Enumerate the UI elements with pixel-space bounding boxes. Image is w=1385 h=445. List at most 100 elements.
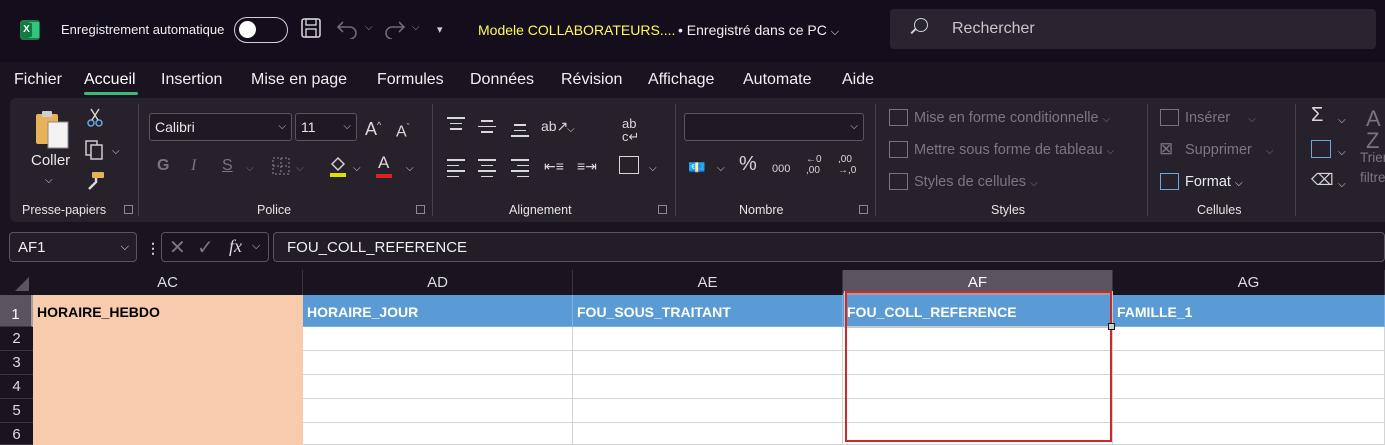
increase-decimal-icon[interactable]: ←0,00: [806, 154, 822, 176]
alignment-launcher-icon[interactable]: [658, 205, 667, 214]
fill-handle[interactable]: [1108, 323, 1115, 330]
underline-icon[interactable]: S: [222, 157, 233, 175]
copy-dropdown-icon[interactable]: ⌵: [112, 143, 120, 161]
tab-mise-en-page[interactable]: Mise en page: [251, 71, 347, 89]
name-box[interactable]: AF1 ⌵: [9, 232, 137, 262]
align-top-icon[interactable]: [447, 117, 465, 134]
paste-dropdown-icon[interactable]: ⌵: [45, 172, 53, 190]
align-center-icon[interactable]: [478, 159, 496, 181]
cell-ac3[interactable]: [33, 351, 303, 375]
column-header-ad[interactable]: AD: [303, 270, 573, 295]
cell-ac2[interactable]: [33, 327, 303, 351]
cell-ae2[interactable]: [573, 327, 843, 351]
save-icon[interactable]: [300, 17, 322, 39]
row-header-4[interactable]: 4: [0, 375, 33, 399]
merge-center-icon[interactable]: [619, 156, 639, 174]
underline-dropdown-icon[interactable]: ⌵: [246, 160, 254, 178]
font-color-dropdown-icon[interactable]: ⌵: [406, 160, 414, 178]
clear-icon[interactable]: ⌫: [1311, 172, 1334, 190]
format-cells-button[interactable]: Format ⌵: [1185, 174, 1243, 190]
increase-indent-icon[interactable]: ≡⇥: [577, 157, 597, 175]
tab-formules[interactable]: Formules: [377, 71, 444, 89]
cell-ae3[interactable]: [573, 351, 843, 375]
tab-fichier[interactable]: Fichier: [14, 71, 62, 89]
cell-af6[interactable]: [843, 423, 1113, 445]
confirm-formula-icon[interactable]: ✓: [197, 235, 214, 260]
tab-aide[interactable]: Aide: [842, 71, 874, 89]
wrap-text-icon[interactable]: ab c↵: [622, 117, 639, 143]
insert-function-icon[interactable]: fx: [229, 236, 242, 257]
borders-icon[interactable]: [271, 156, 291, 176]
tab-donnees[interactable]: Données: [470, 71, 534, 89]
document-name[interactable]: Modele COLLABORATEURS....: [478, 22, 675, 38]
font-color-icon[interactable]: A: [378, 154, 389, 172]
column-header-ac[interactable]: AC: [33, 270, 303, 295]
cell-af4[interactable]: [843, 375, 1113, 399]
sort-filter-label[interactable]: Trier: [1360, 150, 1385, 165]
tab-insertion[interactable]: Insertion: [161, 71, 222, 89]
column-header-ae[interactable]: AE: [573, 270, 843, 295]
font-name-select[interactable]: Calibri ⌵: [149, 113, 292, 141]
cell-af5[interactable]: [843, 399, 1113, 423]
row-header-2[interactable]: 2: [0, 327, 33, 351]
align-right-icon[interactable]: [511, 159, 529, 181]
autosave-toggle[interactable]: [234, 17, 288, 43]
borders-dropdown-icon[interactable]: ⌵: [296, 160, 304, 178]
row-header-3[interactable]: 3: [0, 351, 33, 375]
cell-ag2[interactable]: [1113, 327, 1385, 351]
cell-ae6[interactable]: [573, 423, 843, 445]
conditional-formatting-button[interactable]: Mise en forme conditionnelle ⌵: [914, 110, 1110, 126]
more-options-icon[interactable]: ⋮: [146, 240, 160, 257]
delete-cells-button[interactable]: Supprimer ⌵: [1185, 142, 1274, 158]
fill-icon[interactable]: [1311, 140, 1331, 158]
align-left-icon[interactable]: [447, 159, 465, 181]
cell-ad6[interactable]: [303, 423, 573, 445]
italic-icon[interactable]: I: [191, 157, 196, 175]
number-launcher-icon[interactable]: [859, 205, 868, 214]
paste-label[interactable]: Coller: [31, 152, 70, 170]
cell-ac5[interactable]: [33, 399, 303, 423]
column-header-af[interactable]: AF: [843, 270, 1113, 295]
font-size-select[interactable]: 11 ⌵: [295, 113, 357, 141]
formula-input[interactable]: FOU_COLL_REFERENCE: [273, 232, 1385, 262]
cell-ad4[interactable]: [303, 375, 573, 399]
cell-af2[interactable]: [843, 327, 1113, 351]
autosum-dropdown-icon[interactable]: ⌵: [1338, 112, 1346, 130]
cell-ac6[interactable]: [33, 423, 303, 445]
cell-ad3[interactable]: [303, 351, 573, 375]
decrease-decimal-icon[interactable]: ,00 →,0: [838, 154, 856, 176]
cell-ag4[interactable]: [1113, 375, 1385, 399]
cell-af1[interactable]: FOU_COLL_REFERENCE: [843, 295, 1113, 327]
font-launcher-icon[interactable]: [416, 205, 425, 214]
thousands-separator-icon[interactable]: 000: [772, 160, 790, 178]
increase-font-size-icon[interactable]: A^: [365, 116, 381, 138]
cell-ag3[interactable]: [1113, 351, 1385, 375]
clear-dropdown-icon[interactable]: ⌵: [1338, 176, 1346, 194]
select-all-corner[interactable]: [0, 270, 33, 295]
accounting-format-icon[interactable]: 💶: [688, 158, 705, 176]
autosum-icon[interactable]: Σ: [1311, 105, 1323, 125]
cell-ag1[interactable]: FAMILLE_1: [1113, 295, 1385, 327]
tab-revision[interactable]: Révision: [561, 71, 622, 89]
cell-ae1[interactable]: FOU_SOUS_TRAITANT: [573, 295, 843, 327]
orientation-icon[interactable]: ab↗: [541, 117, 568, 135]
cell-styles-button[interactable]: Styles de cellules ⌵: [914, 174, 1038, 190]
cell-ae5[interactable]: [573, 399, 843, 423]
row-header-6[interactable]: 6: [0, 423, 33, 445]
insert-cells-button[interactable]: Insérer ⌵: [1185, 110, 1256, 126]
decrease-indent-icon[interactable]: ⇤≡: [544, 157, 564, 175]
format-as-table-button[interactable]: Mettre sous forme de tableau ⌵: [914, 142, 1114, 158]
undo-dropdown-icon[interactable]: ⌵: [365, 22, 373, 33]
cell-ad5[interactable]: [303, 399, 573, 423]
cell-af3[interactable]: [843, 351, 1113, 375]
align-middle-icon[interactable]: [478, 120, 496, 137]
document-save-status[interactable]: • Enregistré dans ce PC ⌵: [678, 22, 839, 39]
tab-automate[interactable]: Automate: [743, 71, 811, 89]
merge-dropdown-icon[interactable]: ⌵: [649, 160, 657, 178]
clipboard-launcher-icon[interactable]: [124, 205, 133, 214]
tab-accueil[interactable]: Accueil: [84, 71, 136, 89]
accounting-dropdown-icon[interactable]: ⌵: [717, 160, 725, 178]
orientation-dropdown-icon[interactable]: ⌵: [567, 121, 575, 139]
sort-filter-icon[interactable]: AZ: [1366, 108, 1381, 152]
cell-ad2[interactable]: [303, 327, 573, 351]
